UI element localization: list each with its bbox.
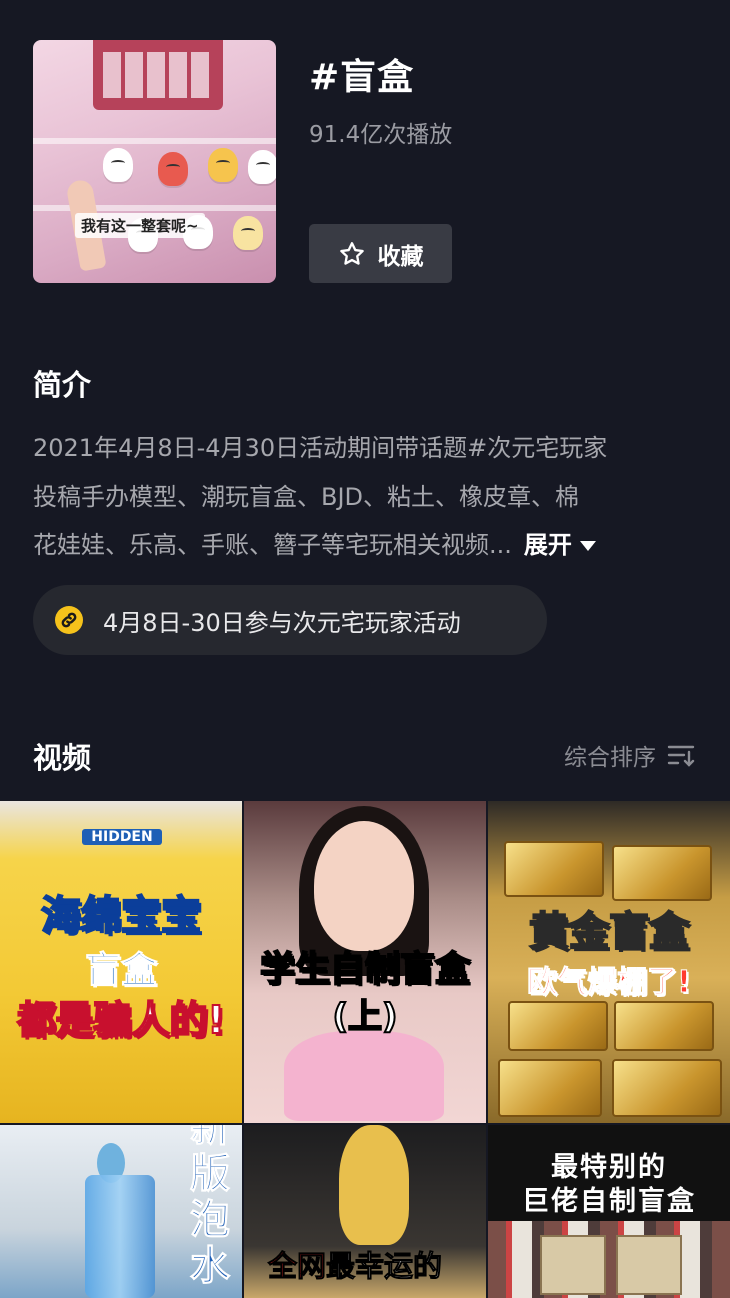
star-icon <box>339 241 364 265</box>
topic-page: 我有这一整套呢~ #盲盒 91.4亿次播放 收藏 简介 2021年4月8日-4月… <box>0 0 730 1298</box>
videos-heading: 视频 <box>33 741 92 775</box>
sort-icon <box>667 745 695 767</box>
person-face <box>314 821 414 951</box>
topic-cover-image[interactable]: 我有这一整套呢~ <box>33 40 276 283</box>
tile-title-vertical: 新 版 泡 水 <box>188 1125 232 1290</box>
gold-bar <box>504 841 604 897</box>
gold-bar <box>612 845 712 901</box>
favorite-label: 收藏 <box>377 243 424 270</box>
intro-line: 2021年4月8日-4月30日活动期间带话题#次元宅玩家 <box>33 434 608 462</box>
figurine <box>103 148 133 182</box>
intro-line: 花娃娃、乐高、手账、簪子等宅玩相关视频... 展开 <box>33 521 699 570</box>
tile-title-char: 泡 <box>190 1197 231 1244</box>
video-tile[interactable]: 新 版 泡 水 <box>0 1125 242 1298</box>
gold-bar <box>614 1001 714 1051</box>
sort-label: 综合排序 <box>564 745 656 771</box>
tile-title: 海绵宝宝 <box>40 892 202 940</box>
tile-title: 学生自制盲盒 <box>259 949 471 991</box>
shelf <box>33 138 276 144</box>
figurine <box>158 152 188 186</box>
dessert-card <box>540 1235 606 1295</box>
tile-title-char: 水 <box>190 1243 231 1290</box>
tile-title: 巨佬自制盲盒 <box>522 1186 696 1217</box>
gold-bar <box>508 1001 608 1051</box>
video-tile[interactable]: 最特别的 巨佬自制盲盒 <box>488 1125 730 1298</box>
display-case-box <box>93 40 223 110</box>
video-grid: HIDDEN 海绵宝宝 盲盒 都是骗人的! 学生自制盲盒 (上) 黄金盲盒 欧气… <box>0 801 730 1298</box>
topic-title: #盲盒 <box>309 57 415 98</box>
tile-title: 盲盒 <box>84 950 157 992</box>
figurine <box>248 150 276 184</box>
video-tile[interactable]: 全网最幸运的 <box>244 1125 486 1298</box>
figurine <box>208 148 238 182</box>
tile-title-char: 版 <box>190 1151 231 1198</box>
figurine <box>233 216 263 250</box>
video-tile[interactable]: 学生自制盲盒 (上) <box>244 801 486 1123</box>
intro-description: 2021年4月8日-4月30日活动期间带话题#次元宅玩家 投稿手办模型、潮玩盲盒… <box>33 424 699 570</box>
figurine-shelf <box>488 1221 730 1298</box>
link-icon <box>55 606 83 634</box>
tile-title: 都是骗人的! <box>16 997 225 1043</box>
activity-label: 4月8日-30日参与次元宅玩家活动 <box>103 608 461 637</box>
water-bottle <box>85 1175 155 1298</box>
intro-heading: 简介 <box>33 368 92 402</box>
tile-title-char: 新 <box>190 1125 231 1152</box>
video-tile[interactable]: 黄金盲盒 欧气爆棚了! <box>488 801 730 1123</box>
tile-title: 黄金盲盒 <box>528 908 690 956</box>
gold-bar <box>612 1059 722 1117</box>
hidden-badge: HIDDEN <box>82 829 162 845</box>
dessert-card <box>616 1235 682 1295</box>
mask-figure <box>339 1125 409 1245</box>
chevron-down-icon <box>579 541 596 551</box>
favorite-button[interactable]: 收藏 <box>309 224 452 283</box>
video-tile[interactable]: HIDDEN 海绵宝宝 盲盒 都是骗人的! <box>0 801 242 1123</box>
expand-button[interactable]: 展开 <box>524 531 596 559</box>
tile-title: (上) <box>331 996 398 1038</box>
gold-bar <box>498 1059 602 1117</box>
sort-button[interactable]: 综合排序 <box>564 738 696 772</box>
tile-title: 全网最幸运的 <box>267 1249 443 1284</box>
activity-link[interactable]: 4月8日-30日参与次元宅玩家活动 <box>33 585 547 655</box>
pink-bowl <box>284 1031 444 1121</box>
tile-title: 欧气爆棚了! <box>527 965 692 1001</box>
cover-caption: 我有这一整套呢~ <box>75 213 205 238</box>
intro-line: 投稿手办模型、潮玩盲盒、BJD、粘土、橡皮章、棉 <box>33 482 580 511</box>
play-count: 91.4亿次播放 <box>309 122 453 148</box>
